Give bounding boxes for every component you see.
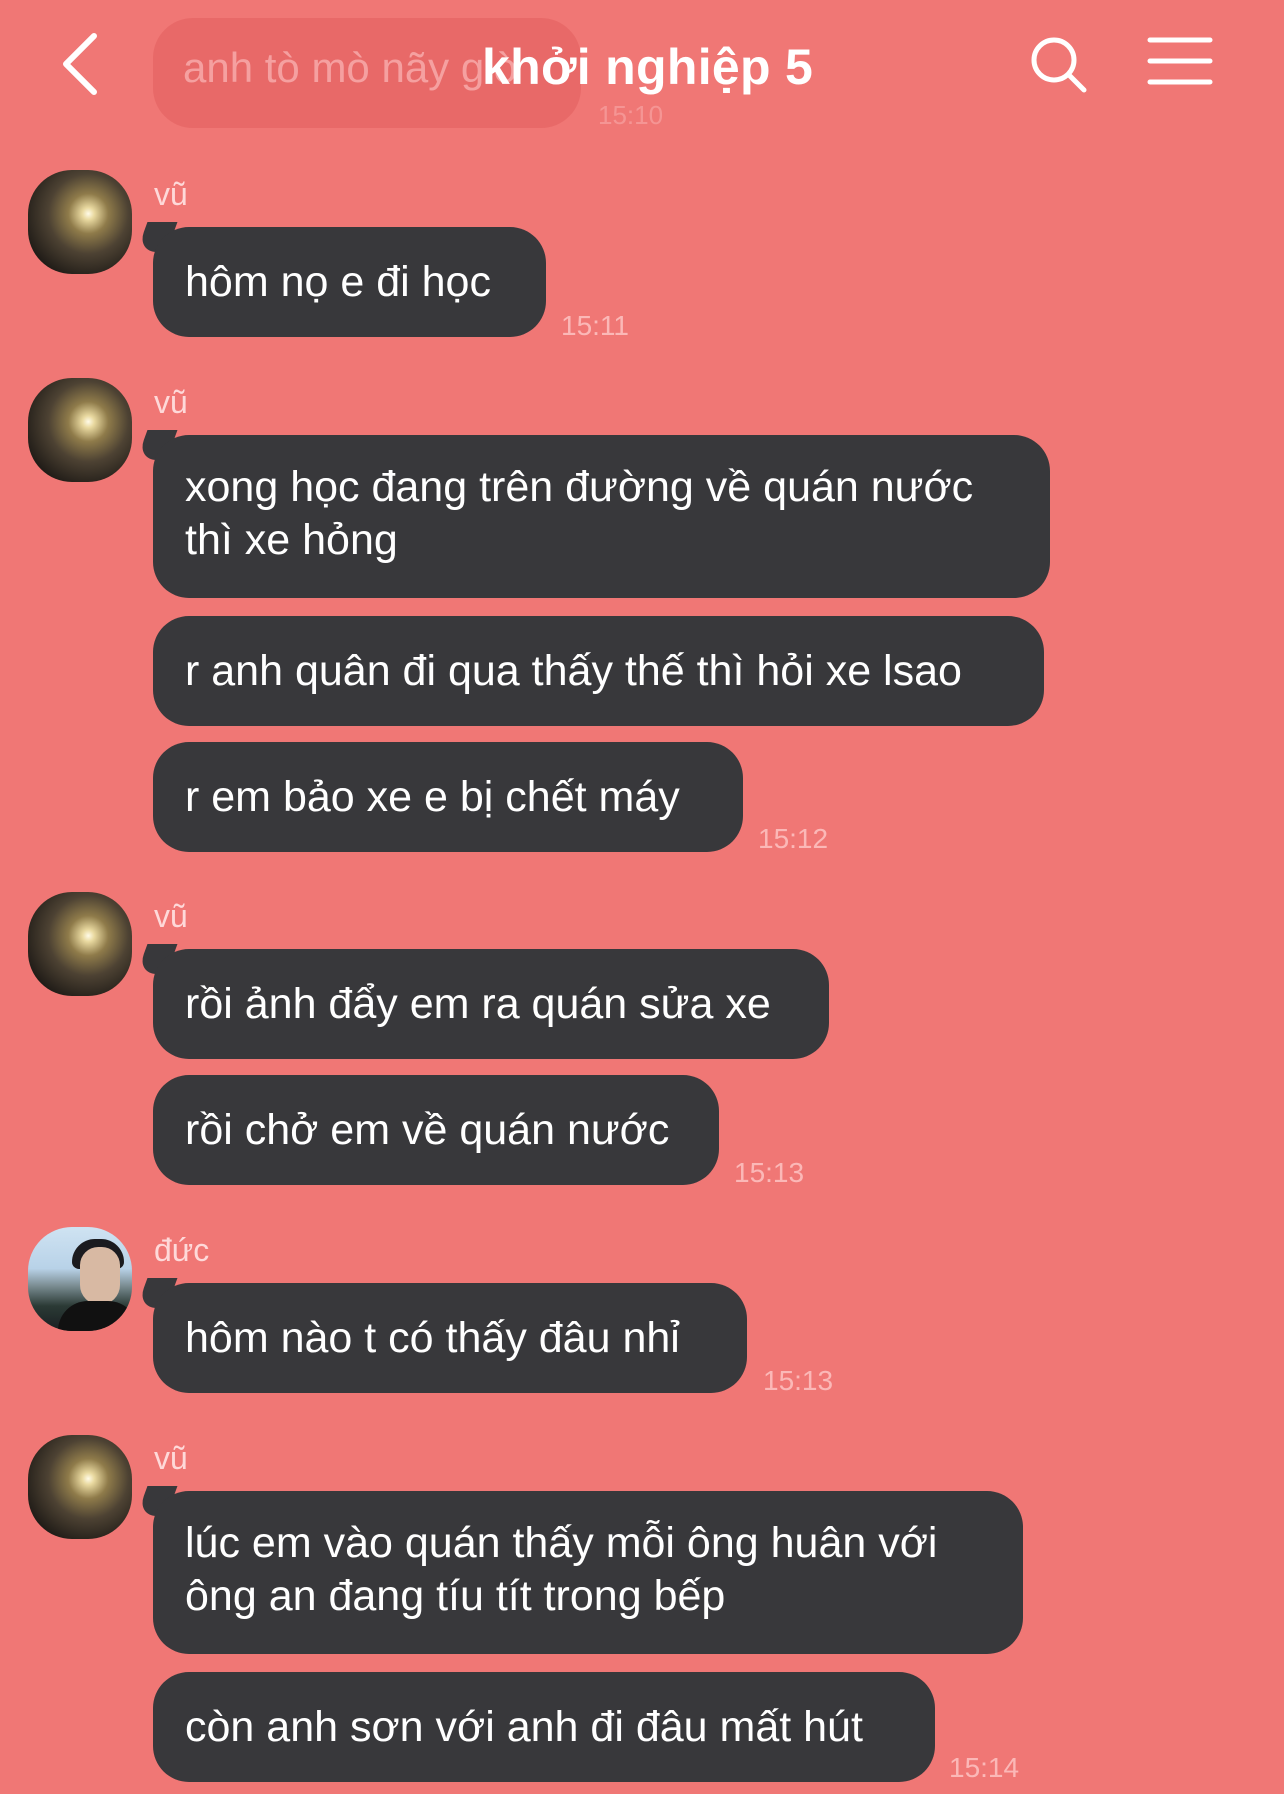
message-bubble[interactable]: rồi ảnh đẩy em ra quán sửa xe (153, 949, 829, 1059)
message-bubble[interactable]: lúc em vào quán thấy mỗi ông huân với ôn… (153, 1491, 1023, 1654)
chat-title: khởi nghiệp 5 (482, 39, 814, 95)
message-bubble[interactable]: rồi chở em về quán nước (153, 1075, 719, 1185)
message-text: còn anh sơn với anh đi đâu mất hút (185, 1702, 863, 1751)
avatar[interactable] (28, 1435, 132, 1539)
message-bubble[interactable]: còn anh sơn với anh đi đâu mất hút (153, 1672, 935, 1782)
avatar[interactable] (28, 378, 132, 482)
message-text: r anh quân đi qua thấy thế thì hỏi xe ls… (185, 646, 962, 695)
scrolled-message-text: anh tò mò nãy giờ (183, 44, 522, 91)
message-time: 15:13 (734, 1157, 805, 1188)
message-text: r em bảo xe e bị chết máy (185, 772, 680, 821)
message-bubble[interactable]: r anh quân đi qua thấy thế thì hỏi xe ls… (153, 616, 1044, 726)
message-text-line: ông an đang tíu tít trong bếp (185, 1572, 726, 1620)
message-bubble[interactable]: hôm nọ e đi học (153, 227, 546, 337)
sender-name: vũ (154, 898, 188, 934)
sender-name: đức (154, 1232, 210, 1268)
message-text: rồi ảnh đẩy em ra quán sửa xe (185, 979, 771, 1028)
hamburger-menu-icon[interactable] (1140, 28, 1220, 98)
sender-name: vũ (154, 1440, 188, 1476)
message-text-line: xong học đang trên đường về quán nước (185, 463, 974, 511)
search-icon[interactable] (1018, 26, 1098, 106)
sender-name: vũ (154, 176, 188, 212)
sender-name: vũ (154, 384, 188, 420)
chevron-left-icon[interactable] (50, 22, 120, 102)
message-time: 15:13 (763, 1365, 834, 1396)
scrolled-message-time: 15:10 (598, 100, 664, 130)
message-text: hôm nọ e đi học (185, 257, 491, 306)
avatar[interactable] (28, 170, 132, 274)
message-bubble[interactable]: xong học đang trên đường về quán nước th… (153, 435, 1050, 598)
avatar-face (80, 1247, 120, 1305)
message-bubble[interactable]: r em bảo xe e bị chết máy (153, 742, 743, 852)
chat-header: anh tò mò nãy giờ 15:10 khởi nghiệp 5 (0, 0, 1284, 130)
message-time: 15:14 (949, 1752, 1020, 1783)
avatar[interactable] (28, 1227, 132, 1331)
message-text-line: thì xe hỏng (185, 516, 398, 564)
message-text: hôm nào t có thấy đâu nhỉ (185, 1313, 680, 1362)
message-time: 15:12 (758, 823, 829, 854)
message-text-line: lúc em vào quán thấy mỗi ông huân với (185, 1519, 938, 1567)
message-bubble[interactable]: hôm nào t có thấy đâu nhỉ (153, 1283, 747, 1393)
message-time: 15:11 (561, 310, 629, 341)
avatar[interactable] (28, 892, 132, 996)
message-text: rồi chở em về quán nước (185, 1105, 670, 1154)
avatar-shirt (58, 1301, 132, 1331)
